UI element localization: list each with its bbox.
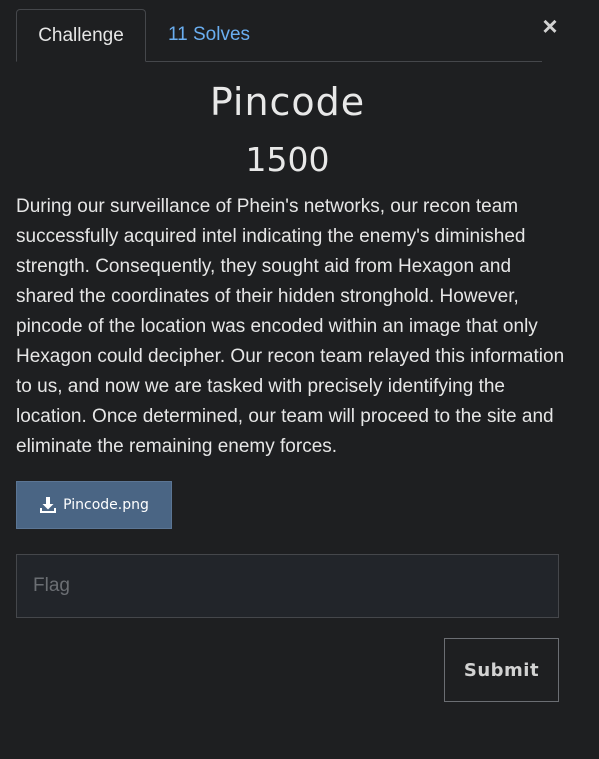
download-file-button[interactable]: Pincode.png	[16, 481, 172, 529]
tab-solves[interactable]: 11 Solves	[146, 9, 272, 61]
challenge-description: During our surveillance of Phein's netwo…	[16, 196, 565, 457]
flag-input[interactable]	[16, 554, 559, 618]
challenge-modal: × Challenge 11 Solves Pincode 1500 Durin…	[0, 0, 599, 759]
download-icon	[39, 496, 57, 514]
challenge-tabs: Challenge 11 Solves	[16, 9, 542, 62]
file-name: Pincode.png	[63, 497, 149, 513]
submit-button[interactable]: Submit	[444, 638, 559, 702]
challenge-points: 1500	[245, 140, 330, 179]
challenge-title: Pincode	[209, 80, 366, 124]
tab-challenge[interactable]: Challenge	[16, 9, 146, 62]
